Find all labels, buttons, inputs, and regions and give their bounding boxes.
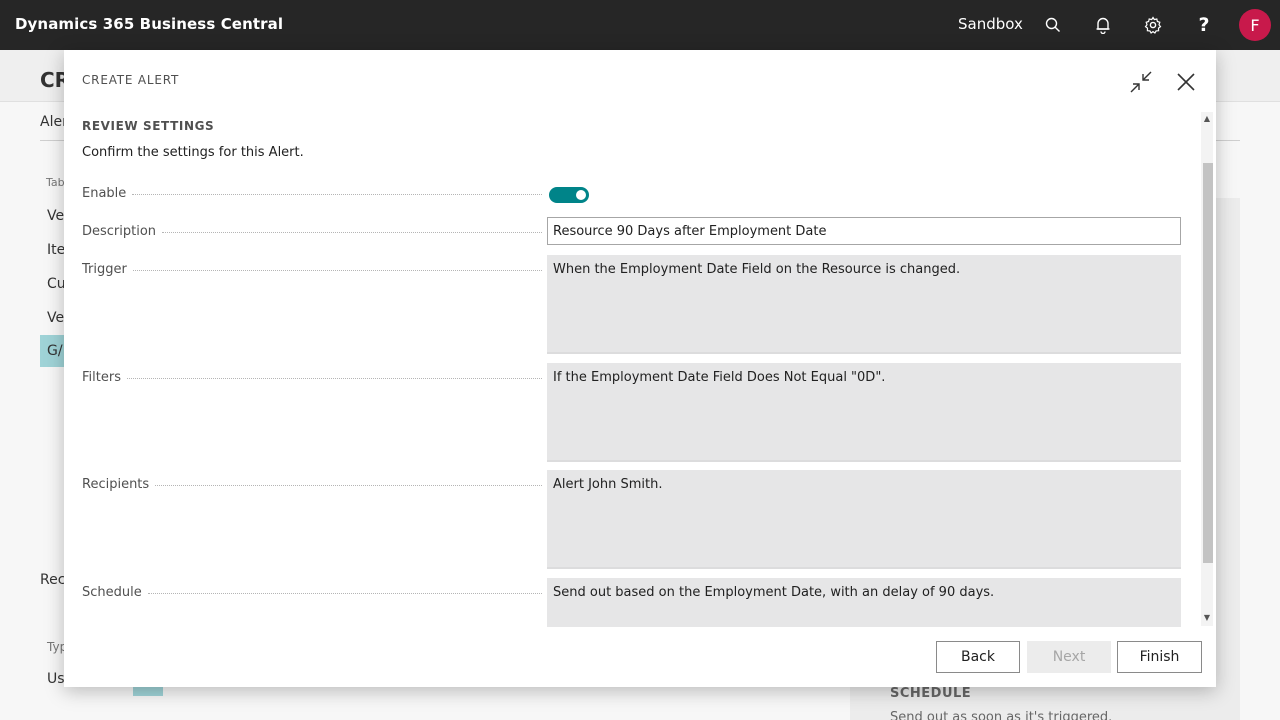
background-row: Ve xyxy=(47,208,65,224)
schedule-label: Schedule xyxy=(82,585,542,600)
scrollbar-thumb[interactable] xyxy=(1203,163,1213,563)
field-label-text: Filters xyxy=(82,370,127,385)
user-avatar[interactable]: F xyxy=(1239,9,1271,41)
toggle-knob xyxy=(576,190,586,200)
background-row: Us xyxy=(47,671,65,687)
description-field[interactable]: Resource 90 Days after Employment Date xyxy=(547,217,1181,245)
dotted-leader xyxy=(132,194,542,195)
field-label-text: Enable xyxy=(82,186,133,201)
gear-icon[interactable] xyxy=(1140,12,1166,38)
enable-label: Enable xyxy=(82,186,542,201)
bell-icon[interactable] xyxy=(1090,12,1116,38)
dotted-leader xyxy=(147,593,542,594)
field-label-text: Schedule xyxy=(82,585,148,600)
dotted-leader xyxy=(155,485,542,486)
search-icon[interactable] xyxy=(1040,12,1066,38)
section-subtitle: Confirm the settings for this Alert. xyxy=(82,145,304,160)
scroll-up-icon[interactable]: ▲ xyxy=(1201,113,1213,125)
app-title[interactable]: Dynamics 365 Business Central xyxy=(15,15,283,33)
enable-toggle[interactable] xyxy=(549,187,589,203)
recipients-field[interactable]: Alert John Smith. xyxy=(547,470,1181,569)
background-row: G/ xyxy=(47,343,63,359)
help-icon[interactable]: ? xyxy=(1191,12,1217,38)
collapse-icon[interactable] xyxy=(1127,68,1155,96)
background-schedule-title: SCHEDULE xyxy=(890,686,972,701)
background-row: Cu xyxy=(47,276,66,292)
trigger-field[interactable]: When the Employment Date Field on the Re… xyxy=(547,255,1181,354)
field-label-text: Recipients xyxy=(82,477,156,492)
filters-field[interactable]: If the Employment Date Field Does Not Eq… xyxy=(547,363,1181,462)
dotted-leader xyxy=(126,378,542,379)
trigger-label: Trigger xyxy=(82,262,542,277)
schedule-field[interactable]: Send out based on the Employment Date, w… xyxy=(547,578,1181,627)
back-button[interactable]: Back xyxy=(936,641,1020,673)
field-label-text: Description xyxy=(82,224,163,239)
dialog-title: CREATE ALERT xyxy=(82,73,180,87)
dotted-leader xyxy=(132,270,542,271)
environment-name: Sandbox xyxy=(958,15,1023,33)
background-column-header: Tab xyxy=(46,176,65,189)
next-button[interactable]: Next xyxy=(1027,641,1111,673)
close-icon[interactable] xyxy=(1172,68,1200,96)
recipients-label: Recipients xyxy=(82,477,542,492)
description-label: Description xyxy=(82,224,542,239)
finish-button[interactable]: Finish xyxy=(1117,641,1202,673)
field-label-text: Trigger xyxy=(82,262,133,277)
filters-label: Filters xyxy=(82,370,542,385)
background-row: Ve xyxy=(47,310,65,326)
background-row: Ite xyxy=(47,242,66,258)
section-title: REVIEW SETTINGS xyxy=(82,119,215,133)
background-schedule-text: Send out as soon as it's triggered. xyxy=(890,710,1113,720)
create-alert-dialog: CREATE ALERT REVIEW SETTINGS Confirm the… xyxy=(64,50,1216,687)
app-bar: Dynamics 365 Business Central Sandbox ? … xyxy=(0,0,1280,50)
dotted-leader xyxy=(162,232,542,233)
scroll-down-icon[interactable]: ▼ xyxy=(1201,612,1213,624)
